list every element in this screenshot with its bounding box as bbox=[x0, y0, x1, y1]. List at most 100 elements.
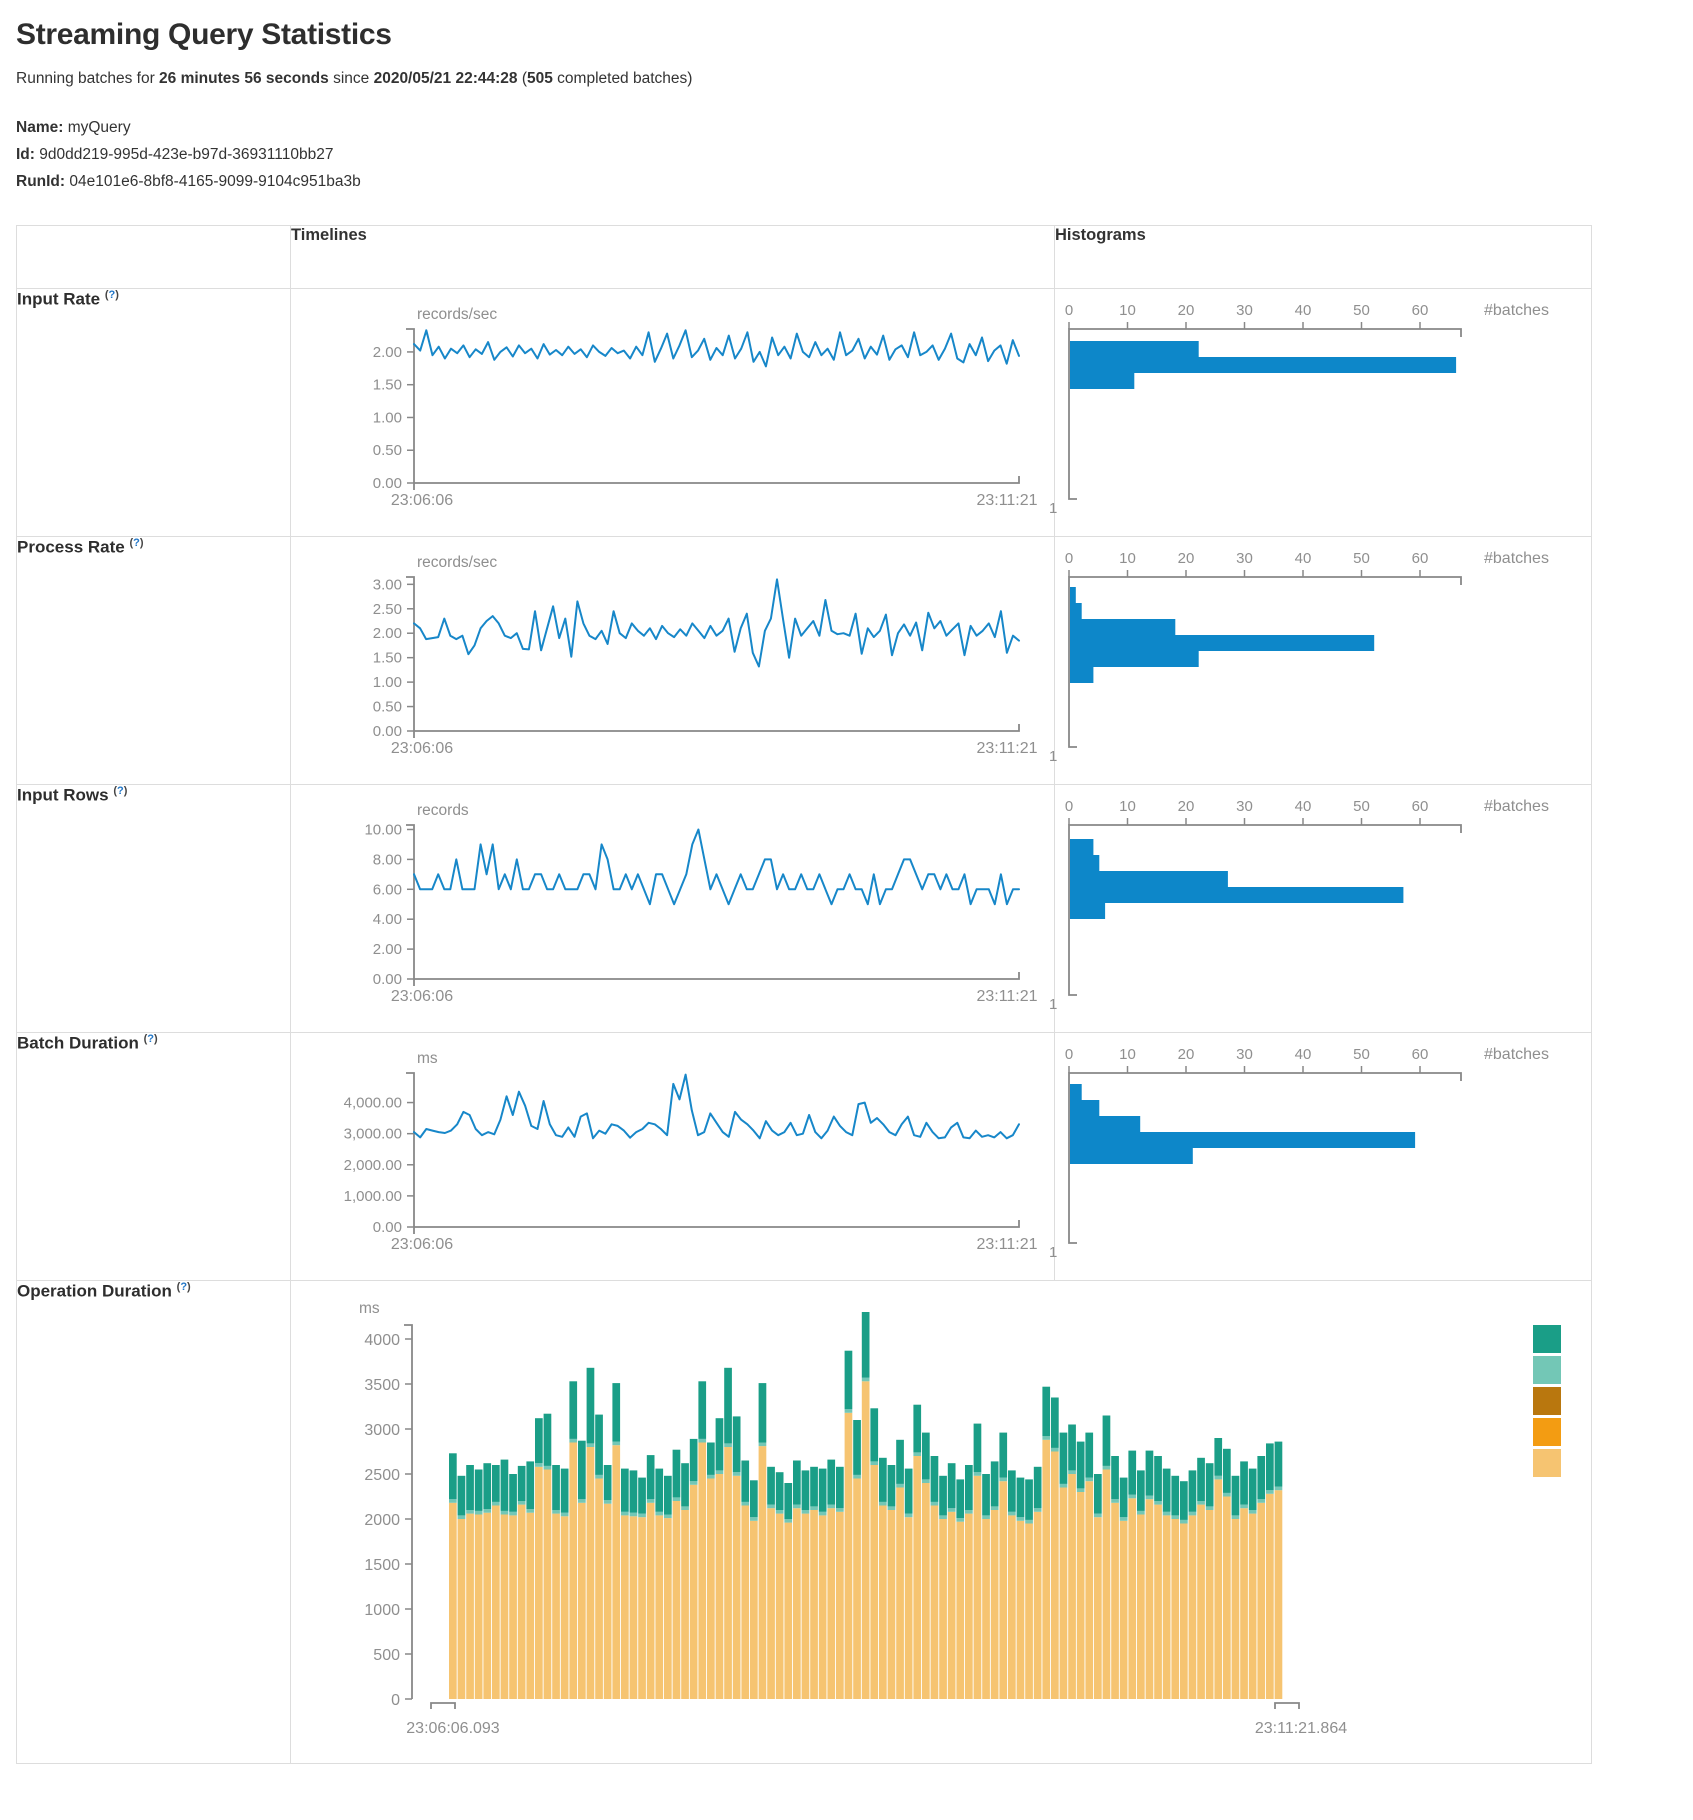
svg-text:50: 50 bbox=[1353, 798, 1370, 815]
operation-duration-stacked-chart: ms0500100015002000250030003500400023:06:… bbox=[291, 1281, 1588, 1751]
svg-text:23:06:06: 23:06:06 bbox=[391, 740, 453, 757]
operation-duration-label: Operation Duration bbox=[17, 1282, 172, 1301]
process-rate-label: Process Rate bbox=[17, 538, 125, 557]
svg-text:20: 20 bbox=[1178, 1046, 1195, 1063]
svg-text:10: 10 bbox=[1119, 550, 1136, 567]
completed-text: completed batches) bbox=[553, 70, 693, 87]
operation-duration-legend bbox=[1533, 1325, 1561, 1480]
svg-text:1: 1 bbox=[1049, 1244, 1057, 1261]
teal-legend-swatch bbox=[1533, 1325, 1561, 1353]
svg-text:2.00: 2.00 bbox=[373, 941, 402, 958]
input-rows-help-icon[interactable]: (?) bbox=[113, 785, 127, 797]
svg-text:1: 1 bbox=[1049, 500, 1057, 517]
svg-text:40: 40 bbox=[1295, 798, 1312, 815]
svg-text:23:06:06.093: 23:06:06.093 bbox=[406, 1720, 500, 1737]
query-name-row: Name: myQuery bbox=[16, 114, 1693, 141]
metric-column-header bbox=[17, 226, 291, 289]
svg-text:1500: 1500 bbox=[364, 1557, 400, 1574]
input-rate-histogram-cell: 0102030405060#batches1 bbox=[1055, 289, 1592, 537]
batch-duration-help-icon[interactable]: (?) bbox=[144, 1033, 158, 1045]
svg-text:20: 20 bbox=[1178, 302, 1195, 319]
since-text: since bbox=[329, 70, 374, 87]
svg-text:1000: 1000 bbox=[364, 1602, 400, 1619]
batch-duration-row: Batch Duration (?) ms 0.00 1,000.00 2,000.0… bbox=[17, 1033, 1592, 1281]
svg-text:records/sec: records/sec bbox=[417, 554, 497, 571]
input-rows-row: Input Rows (?) records0.002.004.006.008.… bbox=[17, 785, 1592, 1033]
svg-text:3000: 3000 bbox=[364, 1422, 400, 1439]
input-rows-histogram-cell: 0102030405060#batches1 bbox=[1055, 785, 1592, 1033]
query-runid-row: RunId: 04e101e6-8bf8-4165-9099-9104c951b… bbox=[16, 168, 1693, 195]
svg-text:40: 40 bbox=[1295, 1046, 1312, 1063]
input-rows-timeline-chart: records0.002.004.006.008.0010.0023:06:06… bbox=[291, 785, 1053, 1031]
input-rate-row: Input Rate (?) records/sec0.000.501.001.… bbox=[17, 289, 1592, 537]
svg-text:#batches: #batches bbox=[1484, 302, 1549, 319]
svg-text:40: 40 bbox=[1295, 550, 1312, 567]
svg-text:0.50: 0.50 bbox=[373, 442, 402, 459]
statistics-table: Timelines Histograms Input Rate (?) reco… bbox=[16, 225, 1592, 1764]
tan-legend-swatch bbox=[1533, 1449, 1561, 1477]
svg-text:0: 0 bbox=[1065, 550, 1073, 567]
svg-text:50: 50 bbox=[1353, 302, 1370, 319]
operation-duration-help-icon[interactable]: (?) bbox=[177, 1281, 191, 1293]
svg-text:3,000.00: 3,000.00 bbox=[344, 1126, 402, 1143]
svg-text:10: 10 bbox=[1119, 1046, 1136, 1063]
query-id-value: 9d0dd219-995d-423e-b97d-36931110bb27 bbox=[35, 146, 334, 163]
process-rate-timeline-cell: records/sec0.000.501.001.502.002.503.002… bbox=[291, 537, 1055, 785]
query-id-row: Id: 9d0dd219-995d-423e-b97d-36931110bb27 bbox=[16, 141, 1693, 168]
input-rate-timeline-cell: records/sec0.000.501.001.502.0023:06:062… bbox=[291, 289, 1055, 537]
svg-text:8.00: 8.00 bbox=[373, 851, 402, 868]
svg-text:30: 30 bbox=[1236, 302, 1253, 319]
svg-text:#batches: #batches bbox=[1484, 1046, 1549, 1063]
svg-text:1.50: 1.50 bbox=[373, 377, 402, 394]
svg-text:23:11:21: 23:11:21 bbox=[976, 492, 1037, 509]
histograms-column-header: Histograms bbox=[1055, 226, 1592, 289]
svg-text:0: 0 bbox=[1065, 1046, 1073, 1063]
svg-text:3500: 3500 bbox=[364, 1377, 400, 1394]
input-rate-label-cell: Input Rate (?) bbox=[17, 289, 291, 537]
query-id-label: Id: bbox=[16, 146, 35, 163]
svg-text:1: 1 bbox=[1049, 996, 1057, 1013]
svg-text:0.00: 0.00 bbox=[373, 1219, 402, 1236]
svg-text:3.00: 3.00 bbox=[373, 576, 402, 593]
running-batches-summary: Running batches for 26 minutes 56 second… bbox=[16, 70, 1693, 88]
svg-text:ms: ms bbox=[417, 1050, 438, 1067]
process-rate-label-cell: Process Rate (?) bbox=[17, 537, 291, 785]
operation-duration-label-cell: Operation Duration (?) bbox=[17, 1281, 291, 1764]
svg-text:23:11:21: 23:11:21 bbox=[976, 988, 1037, 1005]
timelines-column-header: Timelines bbox=[291, 226, 1055, 289]
svg-text:20: 20 bbox=[1178, 798, 1195, 815]
svg-text:23:06:06: 23:06:06 bbox=[391, 492, 453, 509]
input-rows-histogram-chart: 0102030405060#batches1 bbox=[1055, 785, 1590, 1031]
summary-prefix: Running batches for bbox=[16, 70, 159, 87]
batch-duration-label: Batch Duration bbox=[17, 1034, 139, 1053]
process-rate-row: Process Rate (?) records/sec0.000.501.00… bbox=[17, 537, 1592, 785]
process-rate-histogram-cell: 0102030405060#batches1 bbox=[1055, 537, 1592, 785]
process-rate-timeline-chart: records/sec0.000.501.001.502.002.503.002… bbox=[291, 537, 1053, 783]
input-rows-label: Input Rows bbox=[17, 786, 109, 805]
svg-text:50: 50 bbox=[1353, 550, 1370, 567]
svg-text:#batches: #batches bbox=[1484, 798, 1549, 815]
process-rate-help-icon[interactable]: (?) bbox=[129, 537, 143, 549]
svg-text:1,000.00: 1,000.00 bbox=[344, 1188, 402, 1205]
svg-text:23:11:21: 23:11:21 bbox=[976, 740, 1037, 757]
running-duration: 26 minutes 56 seconds bbox=[159, 70, 329, 87]
input-rate-help-icon[interactable]: (?) bbox=[105, 289, 119, 301]
svg-text:6.00: 6.00 bbox=[373, 881, 402, 898]
batch-duration-histogram-cell: 0102030405060#batches1 bbox=[1055, 1033, 1592, 1281]
svg-text:23:11:21.864: 23:11:21.864 bbox=[1255, 1720, 1347, 1737]
svg-text:60: 60 bbox=[1412, 798, 1429, 815]
svg-text:10: 10 bbox=[1119, 798, 1136, 815]
start-time: 2020/05/21 22:44:28 bbox=[374, 70, 518, 87]
batch-duration-timeline-cell: ms0.001,000.002,000.003,000.004,000.0023… bbox=[291, 1033, 1055, 1281]
svg-text:4.00: 4.00 bbox=[373, 911, 402, 928]
svg-text:1: 1 bbox=[1049, 748, 1057, 765]
input-rate-label: Input Rate bbox=[17, 290, 100, 309]
batch-duration-label-cell: Batch Duration (?) bbox=[17, 1033, 291, 1281]
query-runid-value: 04e101e6-8bf8-4165-9099-9104c951ba3b bbox=[65, 173, 361, 190]
operation-duration-row: Operation Duration (?) ms050010001500200… bbox=[17, 1281, 1592, 1764]
svg-text:4,000.00: 4,000.00 bbox=[344, 1095, 402, 1112]
svg-text:0: 0 bbox=[391, 1692, 400, 1709]
svg-text:0.00: 0.00 bbox=[373, 723, 402, 740]
svg-text:records/sec: records/sec bbox=[417, 306, 497, 323]
svg-text:2,000.00: 2,000.00 bbox=[344, 1157, 402, 1174]
